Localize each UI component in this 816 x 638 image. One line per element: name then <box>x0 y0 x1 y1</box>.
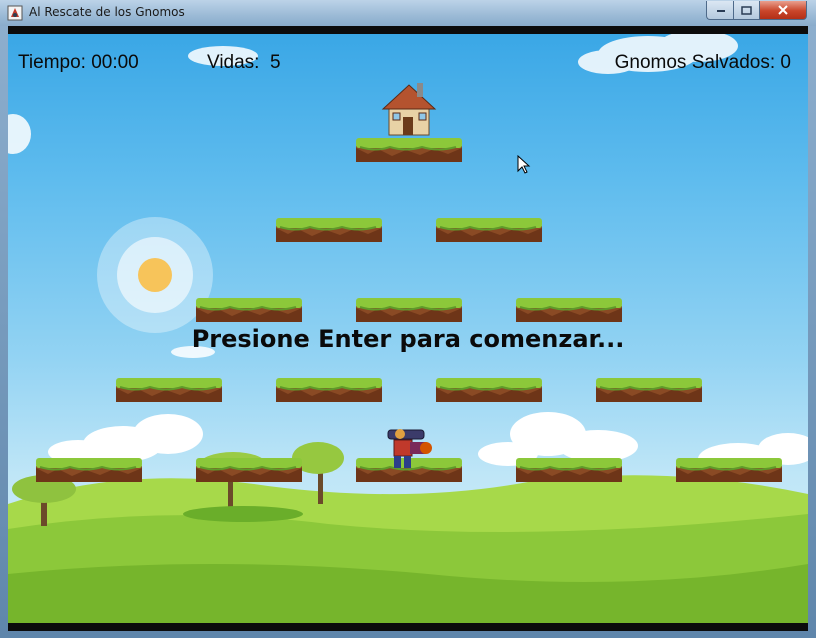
platform-tile <box>516 458 622 482</box>
platform-tile <box>196 298 302 322</box>
platform-tile <box>196 458 302 482</box>
platform <box>676 458 782 482</box>
platform <box>196 458 302 482</box>
platform-tile <box>676 458 782 482</box>
frame-bottom-bar <box>8 623 808 631</box>
platform-tile <box>276 378 382 402</box>
platform <box>356 298 462 322</box>
platform <box>596 378 702 402</box>
gnome-house <box>381 83 437 136</box>
platform-tile <box>116 378 222 402</box>
gnomes-saved-counter: Gnomos Salvados: 0 <box>614 52 791 73</box>
platform <box>436 378 542 402</box>
minimize-icon <box>716 10 725 12</box>
platform <box>516 458 622 482</box>
platform-tile <box>596 378 702 402</box>
platform <box>196 298 302 322</box>
close-button[interactable] <box>759 1 807 20</box>
platform-tile <box>436 378 542 402</box>
maximize-icon <box>741 5 752 15</box>
game-canvas[interactable]: Tiempo: 00:00 Vidas: 5 Gnomos Salvados: … <box>8 34 808 623</box>
platform-tile <box>516 298 622 322</box>
frame-top-bar <box>8 26 808 34</box>
minimize-button[interactable] <box>706 1 734 20</box>
platform <box>36 458 142 482</box>
platform-tile <box>356 138 462 162</box>
platform-tile <box>36 458 142 482</box>
close-icon <box>778 5 788 15</box>
platform <box>436 218 542 242</box>
platform <box>116 378 222 402</box>
platform-tile <box>436 218 542 242</box>
platform <box>516 298 622 322</box>
maximize-button[interactable] <box>733 1 760 20</box>
player-character <box>387 429 432 468</box>
time-counter: Tiempo: 00:00 <box>18 52 139 73</box>
platform <box>356 138 462 162</box>
window-title: Al Rescate de los Gnomos <box>29 5 185 19</box>
lives-counter: Vidas: 5 <box>207 52 281 73</box>
platform-tile <box>276 218 382 242</box>
platform-tile <box>356 298 462 322</box>
platform <box>276 218 382 242</box>
game-window: Al Rescate de los Gnomos Tiempo: 00:00 V… <box>0 0 816 638</box>
mouse-cursor-icon <box>517 155 531 174</box>
app-icon[interactable] <box>7 5 23 21</box>
title-bar[interactable]: Al Rescate de los Gnomos <box>0 0 816 26</box>
start-prompt: Presione Enter para comenzar... <box>191 325 625 353</box>
platform <box>276 378 382 402</box>
